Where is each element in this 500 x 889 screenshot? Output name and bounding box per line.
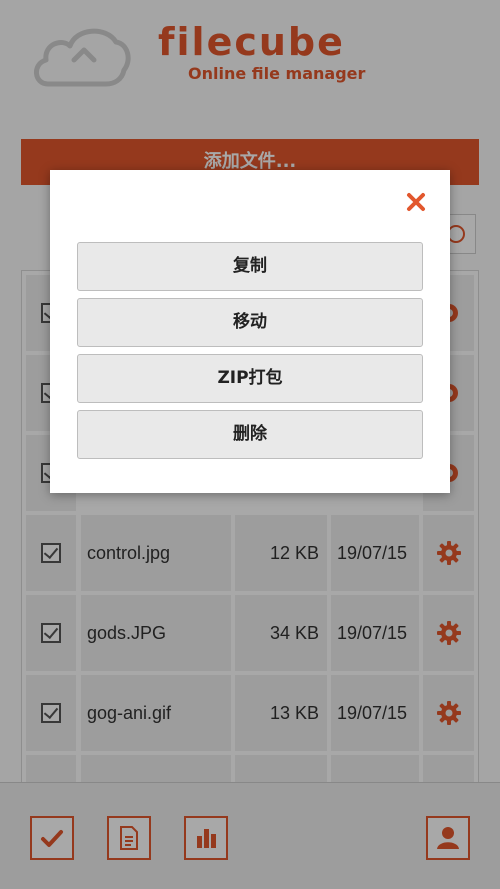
close-icon[interactable] xyxy=(404,190,428,214)
file-actions-dialog: 复制 移动 ZIP打包 删除 xyxy=(50,170,450,493)
move-button[interactable]: 移动 xyxy=(77,298,423,347)
copy-button[interactable]: 复制 xyxy=(77,242,423,291)
delete-button[interactable]: 删除 xyxy=(77,410,423,459)
zip-button[interactable]: ZIP打包 xyxy=(77,354,423,403)
